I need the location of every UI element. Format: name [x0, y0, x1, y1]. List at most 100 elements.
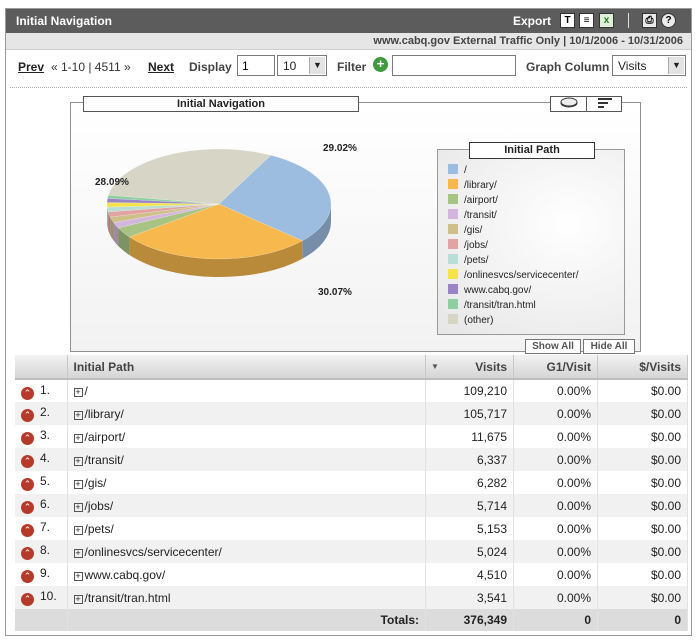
expand-icon[interactable]: + — [73, 502, 83, 512]
html-export-icon[interactable]: ≡ — [579, 13, 594, 28]
path-link[interactable]: /transit/ — [85, 453, 124, 467]
dollar-cell: $0.00 — [597, 402, 688, 425]
expand-icon[interactable]: + — [73, 410, 83, 420]
display-count-value: 10 — [283, 59, 297, 73]
table-row: ⌃ 2. +/library/105,717 0.00% $0.00 — [15, 402, 688, 425]
totals-row: Totals: 376,349 0 0 — [15, 609, 688, 631]
prev-link[interactable]: Prev — [18, 60, 44, 74]
display-label: Display — [189, 60, 232, 74]
path-link[interactable]: /pets/ — [85, 522, 114, 536]
chart-legend: / /library/ /airport/ /transit/ /gis/ /jobs/ /… — [437, 149, 625, 335]
column-header-path[interactable]: Initial Path — [67, 355, 426, 380]
expand-icon[interactable]: + — [73, 479, 83, 489]
column-header-visits-label: Visits — [475, 359, 507, 374]
dollar-cell: $0.00 — [597, 425, 688, 448]
show-all-button[interactable]: Show All — [525, 339, 581, 354]
column-header-dollar[interactable]: $/Visits — [597, 355, 688, 380]
legend-item[interactable]: / — [448, 164, 467, 178]
g1-cell: 0.00% — [513, 379, 598, 402]
legend-item[interactable]: /onlinesvcs/servicecenter/ — [448, 269, 579, 283]
dollar-cell: $0.00 — [597, 540, 688, 563]
legend-swatch — [448, 194, 458, 204]
row-action-icon[interactable]: ⌃ — [21, 593, 34, 606]
legend-item[interactable]: /pets/ — [448, 254, 488, 268]
legend-item[interactable]: /library/ — [448, 179, 497, 193]
pie-pct-label: 28.09% — [95, 177, 129, 188]
path-cell: +/gis/ — [67, 471, 426, 494]
legend-label: /pets/ — [464, 255, 489, 266]
help-icon[interactable]: ? — [661, 13, 676, 28]
report-panel: Initial Navigation Export T ≡ x ⎙ ? www.… — [5, 8, 692, 636]
legend-item[interactable]: /transit/tran.html — [448, 299, 536, 313]
row-action-icon[interactable]: ⌃ — [21, 478, 34, 491]
legend-label: /onlinesvcs/servicecenter/ — [464, 270, 579, 281]
hide-all-button[interactable]: Hide All — [583, 339, 635, 354]
expand-icon[interactable]: + — [73, 571, 83, 581]
path-link[interactable]: /jobs/ — [85, 499, 114, 513]
legend-item[interactable]: /jobs/ — [448, 239, 488, 253]
path-link[interactable]: www.cabq.gov/ — [85, 568, 166, 582]
row-action-icon[interactable]: ⌃ — [21, 455, 34, 468]
totals-dollar: 0 — [597, 609, 688, 631]
row-action-icon[interactable]: ⌃ — [21, 570, 34, 583]
row-index-cell: ⌃ 1. — [15, 379, 68, 402]
row-action-icon[interactable]: ⌃ — [21, 547, 34, 560]
path-link[interactable]: / — [85, 384, 88, 398]
legend-swatch — [448, 314, 458, 324]
pie-pct-label: 30.07% — [318, 287, 352, 298]
table-header-row: Initial Path ▼ Visits G1/Visit $/Visits — [15, 355, 688, 380]
pie-pct-label: 29.02% — [323, 143, 357, 154]
pie-chart-icon[interactable] — [551, 97, 587, 111]
expand-icon[interactable]: + — [73, 456, 83, 466]
expand-icon[interactable]: + — [73, 525, 83, 535]
expand-icon[interactable]: + — [73, 433, 83, 443]
visits-cell: 109,210 — [425, 379, 514, 402]
legend-item[interactable]: (other) — [448, 314, 493, 328]
path-link[interactable]: /gis/ — [85, 476, 107, 490]
text-export-icon[interactable]: T — [560, 13, 575, 28]
path-link[interactable]: /transit/tran.html — [85, 591, 171, 605]
bar-chart-icon[interactable] — [588, 97, 622, 111]
table-row: ⌃ 7. +/pets/5,153 0.00% $0.00 — [15, 517, 688, 540]
display-start-input[interactable] — [237, 55, 275, 76]
path-link[interactable]: /onlinesvcs/servicecenter/ — [85, 545, 222, 559]
totals-blank — [15, 609, 68, 631]
row-number: 3. — [40, 428, 51, 442]
row-number: 9. — [40, 566, 51, 580]
add-filter-icon[interactable]: + — [373, 57, 388, 72]
legend-item[interactable]: www.cabq.gov/ — [448, 284, 531, 298]
path-link[interactable]: /library/ — [85, 407, 124, 421]
table-row: ⌃ 1. +/109,210 0.00% $0.00 — [15, 379, 688, 402]
row-action-icon[interactable]: ⌃ — [21, 409, 34, 422]
excel-export-icon[interactable]: x — [599, 13, 614, 28]
g1-cell: 0.00% — [513, 425, 598, 448]
expand-icon[interactable]: + — [73, 388, 83, 397]
row-action-icon[interactable]: ⌃ — [21, 524, 34, 537]
g1-cell: 0.00% — [513, 586, 598, 609]
graph-column-select[interactable]: Visits ▼ — [612, 55, 686, 76]
g1-cell: 0.00% — [513, 402, 598, 425]
legend-item[interactable]: /airport/ — [448, 194, 498, 208]
path-cell: +/transit/ — [67, 448, 426, 471]
filter-input[interactable] — [392, 55, 516, 76]
filter-label: Filter — [337, 60, 367, 74]
row-action-icon[interactable]: ⌃ — [21, 432, 34, 445]
legend-label: /transit/tran.html — [464, 300, 536, 311]
legend-item[interactable]: /transit/ — [448, 209, 497, 223]
expand-icon[interactable]: + — [73, 594, 83, 604]
row-action-icon[interactable]: ⌃ — [21, 386, 34, 400]
legend-item[interactable]: /gis/ — [448, 224, 482, 238]
title-bar: Initial Navigation Export T ≡ x ⎙ ? — [6, 9, 691, 33]
column-header-visits[interactable]: ▼ Visits — [425, 355, 514, 380]
display-count-select[interactable]: 10 ▼ — [277, 55, 327, 76]
path-link[interactable]: /airport/ — [85, 430, 126, 444]
table-row: ⌃ 4. +/transit/6,337 0.00% $0.00 — [15, 448, 688, 471]
expand-icon[interactable]: + — [73, 548, 83, 558]
g1-cell: 0.00% — [513, 517, 598, 540]
next-link[interactable]: Next — [148, 60, 174, 74]
path-cell: +/pets/ — [67, 517, 426, 540]
column-header-g1[interactable]: G1/Visit — [513, 355, 598, 380]
row-action-icon[interactable]: ⌃ — [21, 501, 34, 514]
print-icon[interactable]: ⎙ — [642, 13, 657, 28]
graph-column-label: Graph Column — [526, 60, 610, 74]
